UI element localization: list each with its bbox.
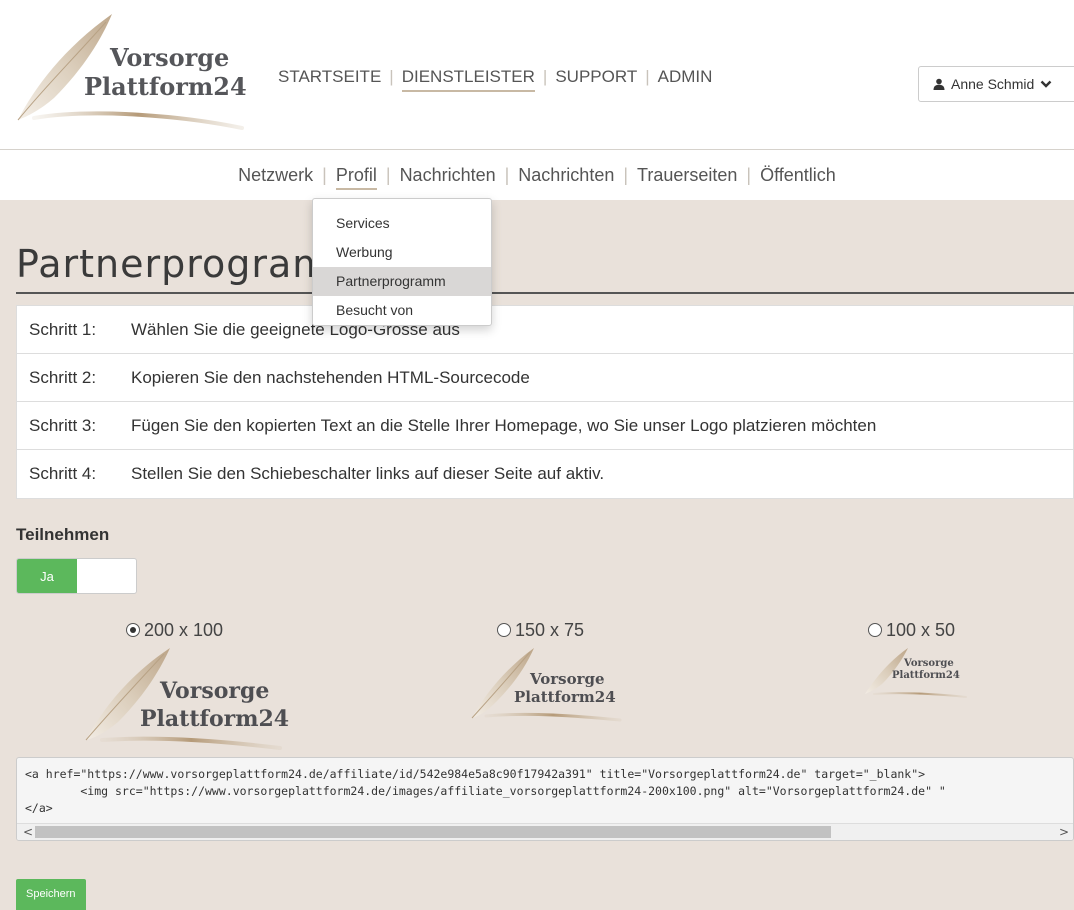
list-item: Schritt 4: Stellen Sie den Schiebeschalte… <box>17 450 1073 498</box>
user-menu-button[interactable]: Anne Schmid <box>918 66 1074 102</box>
step-text: Stellen Sie den Schiebeschalter links au… <box>131 464 605 483</box>
list-item: Schritt 1: Wählen Sie die geeignete Logo-… <box>17 306 1073 354</box>
subnav-item-nachrichten-2[interactable]: Nachrichten <box>518 165 614 188</box>
size-label: 150 x 75 <box>515 620 585 640</box>
size-label: 200 x 100 <box>144 620 224 640</box>
main-content: Partnerprogramm Schritt 1: Wählen Sie die… <box>0 200 1074 910</box>
size-option-100x50[interactable]: 100 x 50 <box>868 620 955 641</box>
size-label: 100 x 50 <box>886 620 956 640</box>
participate-label: Teilnehmen <box>16 525 110 544</box>
subnav-separator: | <box>322 165 327 185</box>
subnav-item-nachrichten[interactable]: Nachrichten <box>400 165 496 188</box>
title-divider <box>16 292 1074 294</box>
code-line: </a> <box>25 801 53 815</box>
logo-text-line1: Vorsorge <box>160 678 270 704</box>
logo-text-line1: Vorsorge <box>110 43 230 72</box>
nav-separator: | <box>389 67 394 86</box>
list-item: Schritt 2: Kopieren Sie den nachstehenden… <box>17 354 1073 402</box>
logo-text-line2: Plattform24 <box>84 72 247 101</box>
subnav-item-trauerseiten[interactable]: Trauerseiten <box>637 165 737 188</box>
size-option-150x75[interactable]: 150 x 75 <box>497 620 584 641</box>
dropdown-item-besucht-von[interactable]: Besucht von <box>313 296 491 325</box>
main-nav: STARTSEITE | DIENSTLEISTER | SUPPORT | ADMIN <box>278 67 712 92</box>
nav-item-support[interactable]: SUPPORT <box>555 67 637 90</box>
nav-separator: | <box>542 67 548 86</box>
step-number: Schritt 2: <box>29 368 97 387</box>
toggle-on-label: Ja <box>17 559 77 593</box>
nav-item-admin[interactable]: ADMIN <box>658 67 713 90</box>
html-source-code[interactable]: <a href="https://www.vorsorgeplattform24… <box>16 757 1074 841</box>
sub-nav: Netzwerk | Profil | Nachrichten | Nachrichten |… <box>0 150 1074 200</box>
nav-item-dienstleister[interactable]: DIENSTLEISTER <box>401 67 535 92</box>
chevron-down-icon <box>1040 80 1052 88</box>
list-item: Schritt 3: Fügen Sie den kopierten Text a… <box>17 402 1073 450</box>
step-text: Kopieren Sie den nachstehenden HTML-Sour… <box>131 368 530 387</box>
nav-separator: | <box>645 67 650 86</box>
step-number: Schritt 3: <box>29 416 97 435</box>
logo-text-line1: Vorsorge <box>904 658 954 669</box>
code-line: <img src="https://www.vorsorgeplattform2… <box>25 784 946 798</box>
logo-preview-small: Vorsorge Plattform24 <box>862 644 972 700</box>
steps-list: Schritt 1: Wählen Sie die geeignete Logo-… <box>16 305 1074 499</box>
logo-preview-medium: Vorsorge Plattform24 <box>468 644 628 724</box>
nav-item-startseite[interactable]: STARTSEITE <box>278 67 381 90</box>
logo-text-line2: Plattform24 <box>892 670 960 681</box>
user-name: Anne Schmid <box>951 76 1035 92</box>
save-button[interactable]: Speichern <box>16 879 86 910</box>
radio-unchecked-icon[interactable] <box>868 623 882 637</box>
code-line: <a href="https://www.vorsorgeplattform24… <box>25 767 926 781</box>
subnav-item-netzwerk[interactable]: Netzwerk <box>238 165 313 188</box>
header: Vorsorge Plattform24 STARTSEITE | DIENSTLE… <box>0 0 1074 150</box>
subnav-separator: | <box>746 165 752 185</box>
logo-text-line1: Vorsorge <box>530 670 605 688</box>
step-number: Schritt 1: <box>29 320 97 339</box>
radio-checked-icon[interactable] <box>126 623 140 637</box>
logo-text-line2: Plattform24 <box>140 706 290 732</box>
subnav-separator: | <box>385 165 391 185</box>
subnav-separator: | <box>623 165 629 185</box>
logo-preview-large: Vorsorge Plattform24 <box>80 644 290 754</box>
participate-toggle[interactable]: Ja <box>16 558 137 594</box>
dropdown-item-services[interactable]: Services <box>313 209 491 238</box>
subnav-item-oeffentlich[interactable]: Öffentlich <box>760 165 836 188</box>
radio-unchecked-icon[interactable] <box>497 623 511 637</box>
logo-text-line2: Plattform24 <box>514 688 616 706</box>
user-icon <box>933 78 945 90</box>
dropdown-item-partnerprogramm[interactable]: Partnerprogramm <box>313 267 491 296</box>
subnav-separator: | <box>504 165 510 185</box>
site-logo[interactable]: Vorsorge Plattform24 <box>14 8 254 138</box>
profile-dropdown-menu: Services Werbung Partnerprogramm Besucht… <box>312 198 492 326</box>
subnav-item-profil[interactable]: Profil <box>335 165 377 190</box>
scroll-left-arrow-icon[interactable]: < <box>23 825 33 839</box>
horizontal-scrollbar[interactable]: < > <box>17 823 1073 840</box>
dropdown-item-werbung[interactable]: Werbung <box>313 238 491 267</box>
step-text: Fügen Sie den kopierten Text an die Stel… <box>131 416 877 435</box>
scroll-right-arrow-icon[interactable]: > <box>1059 825 1069 839</box>
size-option-200x100[interactable]: 200 x 100 <box>126 620 223 641</box>
scrollbar-thumb[interactable] <box>35 826 831 838</box>
step-number: Schritt 4: <box>29 464 97 483</box>
